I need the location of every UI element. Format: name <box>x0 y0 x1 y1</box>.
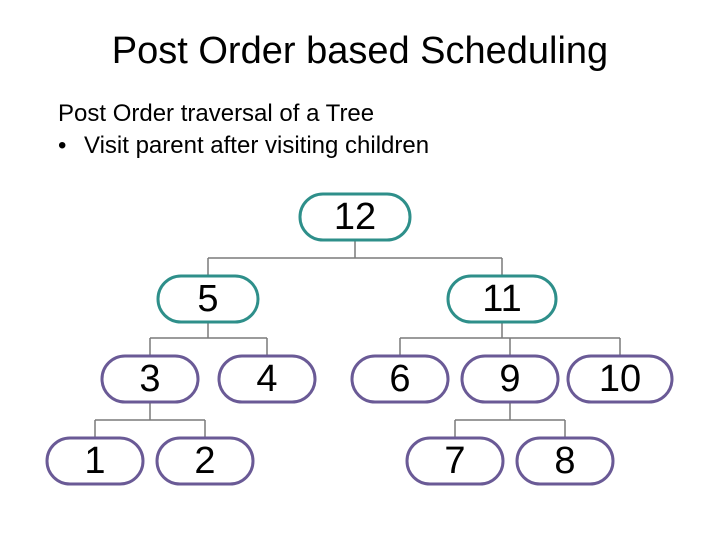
svg-text:9: 9 <box>499 358 520 400</box>
svg-text:7: 7 <box>444 440 465 482</box>
subtitle-block: Post Order traversal of a Tree • Visit p… <box>58 98 429 163</box>
tree-diagram: 12 5 11 3 4 6 9 10 1 2 7 <box>0 180 720 540</box>
page-title: Post Order based Scheduling <box>0 30 720 73</box>
edge-11-children <box>400 320 620 356</box>
node-7: 7 <box>407 438 503 484</box>
svg-text:6: 6 <box>389 358 410 400</box>
node-6: 6 <box>352 356 448 402</box>
node-5: 5 <box>158 276 258 322</box>
edge-9-children <box>455 402 565 438</box>
node-2: 2 <box>157 438 253 484</box>
edge-12-children <box>208 240 502 276</box>
svg-text:5: 5 <box>197 278 218 320</box>
node-9: 9 <box>462 356 558 402</box>
node-12: 12 <box>300 194 410 240</box>
bullet-dot-icon: • <box>58 130 84 162</box>
node-3: 3 <box>102 356 198 402</box>
bullet-text: Visit parent after visiting children <box>84 130 429 162</box>
node-8: 8 <box>517 438 613 484</box>
edge-5-children <box>150 320 267 356</box>
node-4: 4 <box>219 356 315 402</box>
bullet-item-1: • Visit parent after visiting children <box>58 130 429 162</box>
edge-3-children <box>95 402 205 438</box>
subtitle-line-1: Post Order traversal of a Tree <box>58 98 429 130</box>
node-1: 1 <box>47 438 143 484</box>
svg-text:8: 8 <box>554 440 575 482</box>
svg-text:12: 12 <box>334 196 376 238</box>
node-11: 11 <box>448 276 556 322</box>
svg-text:11: 11 <box>482 278 521 320</box>
svg-text:1: 1 <box>84 440 105 482</box>
svg-text:3: 3 <box>139 358 160 400</box>
svg-text:2: 2 <box>194 440 215 482</box>
svg-text:10: 10 <box>599 358 641 400</box>
node-10: 10 <box>568 356 672 402</box>
svg-text:4: 4 <box>256 358 277 400</box>
